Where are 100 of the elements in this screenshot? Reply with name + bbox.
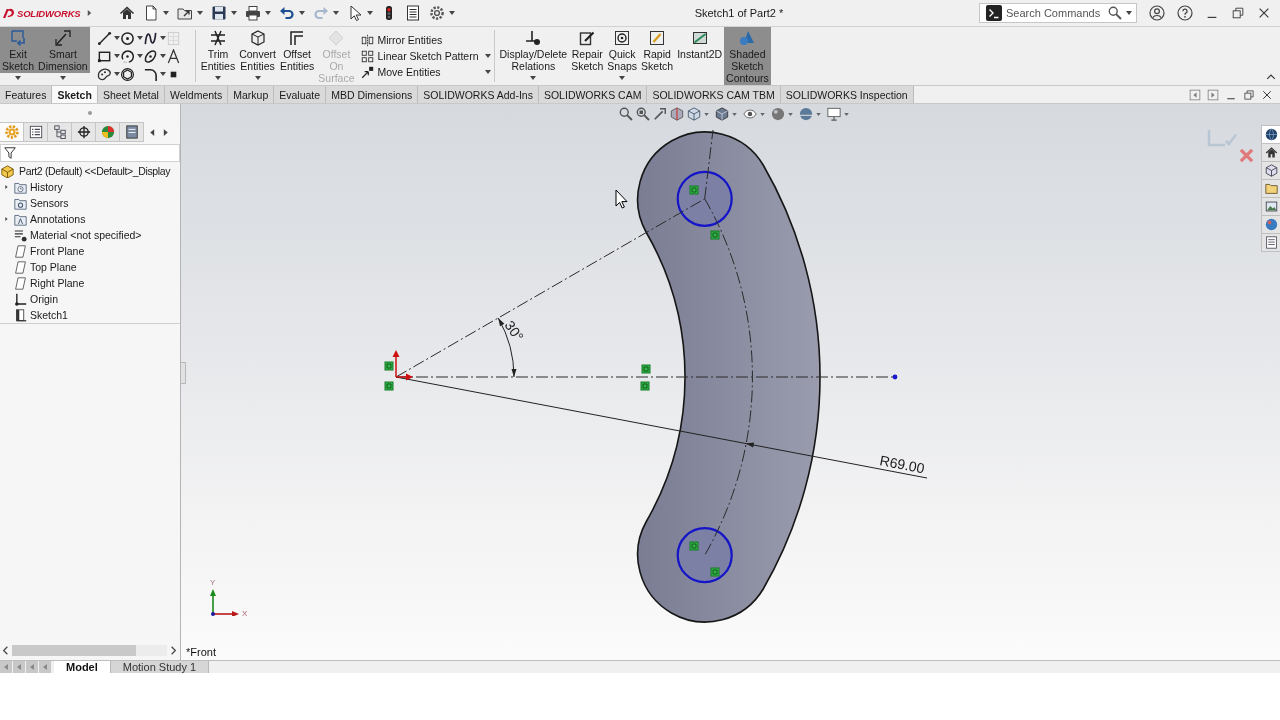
ribbon-tab[interactable]: Markup <box>228 86 275 103</box>
arc-icon[interactable] <box>119 48 135 64</box>
ribbon-tab[interactable]: Weldments <box>164 86 229 103</box>
line-icon[interactable] <box>96 30 112 46</box>
document-tab[interactable]: Motion Study 1 <box>110 661 210 673</box>
caret-icon[interactable] <box>760 112 765 116</box>
magnifier-icon[interactable] <box>636 107 650 121</box>
expand-arrow-icon[interactable] <box>86 9 93 17</box>
magnifier-icon[interactable] <box>619 107 633 121</box>
ribbon-button[interactable]: Offset Entities <box>277 27 317 73</box>
close-icon[interactable] <box>1261 88 1273 101</box>
caret-icon[interactable] <box>844 112 849 116</box>
ribbon-button[interactable]: Quick Snaps <box>605 27 640 73</box>
rounded-corner-icon[interactable] <box>142 66 158 82</box>
ribbon-tab[interactable]: SOLIDWORKS Add-Ins <box>418 86 539 103</box>
ribbon-button[interactable]: Smart Dimension <box>36 27 90 73</box>
palette-icon[interactable] <box>96 66 112 82</box>
tree-item[interactable]: Top Plane <box>2 259 77 275</box>
ribbon-button[interactable]: Exit Sketch <box>0 27 37 73</box>
task-pane-tab[interactable] <box>1261 233 1280 252</box>
tree-item[interactable]: Front Plane <box>2 243 85 259</box>
ribbon-button[interactable]: Shaded Sketch Contours <box>724 27 771 85</box>
ribbon-button[interactable]: Convert Entities <box>237 27 278 73</box>
scrollbar-thumb[interactable] <box>12 644 136 656</box>
filter-field[interactable] <box>0 144 180 162</box>
caret-icon[interactable] <box>299 11 305 15</box>
panel-toggle-handle[interactable] <box>181 362 186 384</box>
caret-icon[interactable] <box>163 11 169 15</box>
caret-icon[interactable] <box>113 72 120 76</box>
tree-item[interactable]: Sketch1 <box>2 307 68 323</box>
caret-icon[interactable] <box>113 36 120 40</box>
caret-icon[interactable] <box>254 76 261 80</box>
ribbon-button[interactable]: Trim Entities <box>198 27 238 73</box>
tree-item[interactable]: History <box>2 179 63 195</box>
new-page-icon[interactable] <box>143 5 159 21</box>
ribbon-button[interactable]: Mirror Entities <box>358 32 445 48</box>
tree-item[interactable]: Origin <box>2 291 58 307</box>
caret-icon[interactable] <box>136 54 143 58</box>
panel-tab[interactable] <box>72 122 96 142</box>
arrow-right-icon[interactable] <box>161 127 170 137</box>
panel-tab[interactable] <box>24 122 48 142</box>
panel-right-icon[interactable] <box>1207 88 1219 101</box>
list-icon[interactable] <box>405 5 421 21</box>
home-icon[interactable] <box>119 5 135 21</box>
diagonal-arrow-icon[interactable] <box>653 107 667 121</box>
restore-icon[interactable] <box>1243 88 1255 101</box>
gear-icon[interactable] <box>429 5 445 21</box>
eye-icon[interactable] <box>743 107 757 121</box>
letter-icon[interactable] <box>165 48 181 64</box>
caret-icon[interactable] <box>214 76 221 80</box>
spline-icon[interactable] <box>142 30 158 46</box>
search-field[interactable]: Search Commands <box>979 3 1137 23</box>
panel-tab[interactable] <box>120 122 144 142</box>
pointer-icon[interactable] <box>347 5 363 21</box>
tree-item[interactable]: Material <not specified> <box>2 227 142 243</box>
caret-icon[interactable] <box>484 70 491 74</box>
ribbon-tab[interactable]: SOLIDWORKS CAM TBM <box>647 86 781 103</box>
undo-icon[interactable] <box>279 5 295 21</box>
ribbon-button[interactable]: Repair Sketch <box>569 27 606 73</box>
ribbon-tab[interactable]: MBD Dimensions <box>326 86 419 103</box>
expand-arrow-icon[interactable] <box>4 216 9 222</box>
ribbon-button[interactable]: Rapid Sketch <box>639 27 676 73</box>
sphere-icon[interactable] <box>771 107 785 121</box>
ribbon-tab[interactable]: Evaluate <box>274 86 327 103</box>
scrollbar-track[interactable] <box>12 644 167 656</box>
caret-icon[interactable] <box>159 36 166 40</box>
caret-icon[interactable] <box>136 36 143 40</box>
caret-icon[interactable] <box>59 76 66 80</box>
ribbon-button[interactable]: Instant2D <box>675 27 725 61</box>
caret-icon[interactable] <box>732 112 737 116</box>
caret-icon[interactable] <box>530 76 537 80</box>
caret-icon[interactable] <box>159 72 166 76</box>
ribbon-tab[interactable]: SOLIDWORKS Inspection <box>780 86 914 103</box>
caret-icon[interactable] <box>1126 11 1132 15</box>
close-icon[interactable] <box>1257 6 1271 20</box>
user-icon[interactable] <box>1149 5 1165 21</box>
caret-icon[interactable] <box>15 76 22 80</box>
chevron-left-icon[interactable] <box>2 645 9 655</box>
caret-icon[interactable] <box>197 11 203 15</box>
caret-icon[interactable] <box>159 54 166 58</box>
restore-icon[interactable] <box>1231 6 1245 20</box>
search-input[interactable]: Search Commands <box>1006 7 1104 19</box>
caret-icon[interactable] <box>231 11 237 15</box>
caret-icon[interactable] <box>113 54 120 58</box>
caret-icon[interactable] <box>484 54 491 58</box>
ribbon-tab[interactable]: Features <box>0 86 53 103</box>
tree-item[interactable]: Sensors <box>2 195 69 211</box>
polygon-icon[interactable] <box>119 66 135 82</box>
ribbon-button[interactable]: Linear Sketch Pattern <box>358 48 481 64</box>
caret-icon[interactable] <box>704 112 709 116</box>
caret-icon[interactable] <box>788 112 793 116</box>
monitor-icon[interactable] <box>827 107 841 121</box>
document-tab[interactable]: Model <box>54 661 111 673</box>
ribbon-tab[interactable]: Sheet Metal <box>97 86 165 103</box>
caret-icon[interactable] <box>816 112 821 116</box>
panel-left-icon[interactable] <box>1189 88 1201 101</box>
caret-icon[interactable] <box>449 11 455 15</box>
tree-item[interactable]: Right Plane <box>2 275 85 291</box>
caret-icon[interactable] <box>265 11 271 15</box>
folder-arrow-icon[interactable] <box>177 5 193 21</box>
